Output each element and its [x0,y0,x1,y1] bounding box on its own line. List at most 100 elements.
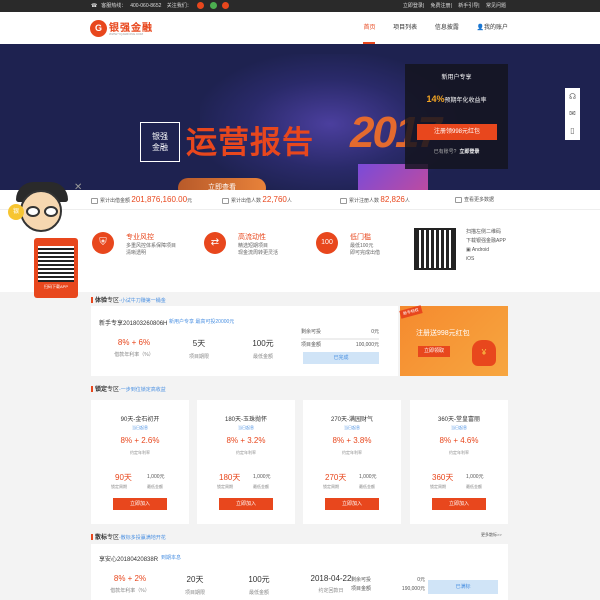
guide-link[interactable]: 新手引导 [458,3,478,9]
stat-label: 累计出借人数 [231,198,262,204]
nav-account-label: 我的账户 [483,25,508,31]
total-label: 项目金额 [351,586,372,592]
promo-rate: 14% [426,94,445,104]
hundred-icon: 100 [316,232,338,254]
banner-brand-line1: 银强 [152,132,168,141]
product-id[interactable]: 享安心20180420838R [99,554,158,563]
app-download-text: 下载银强金融APP [466,238,507,244]
stat-icon [91,197,98,204]
trial-section-title: 体验专区-小试牛刀赚第一桶金 [91,295,166,304]
fixed-product-card[interactable]: 360天-堂皇富丽 当日起息 8% + 4.6% 约定年利率 360天 1,00… [410,400,508,524]
weibo-icon[interactable] [197,2,205,10]
promo-login-link[interactable]: 立即登录 [459,149,479,155]
progress-bar [301,338,379,340]
section-name: 锁定 [95,387,108,393]
join-button[interactable]: 立即加入 [432,498,486,510]
nav-projects[interactable]: 项目列表 [393,12,417,44]
min-label: 最低金额 [252,354,273,360]
chat-icon[interactable]: ✉ [565,105,580,122]
user-icon: 👤 [476,25,484,31]
stat-label: 累计出借金额 [100,198,131,204]
min-value: 100元 [248,575,270,584]
register-link[interactable]: 免费注册 [431,3,451,9]
term-cell: 20天项目期限 [175,574,215,596]
product-title[interactable]: 90天-金石初开 [91,414,189,423]
android-row[interactable]: ▣ Android [466,246,506,255]
fixed-product-card[interactable]: 90天-金石初开 当日起息 8% + 2.6% 约定年利率 90天 1,000元… [91,400,189,524]
join-button[interactable]: 立即加入 [219,498,273,510]
remain-value: 0元 [371,329,379,335]
term-label: 项目期限 [184,590,205,596]
faq-link[interactable]: 常见问题 [486,3,506,9]
min-amount: 1,000元 [147,474,165,480]
lock-days: 90天 [115,473,132,482]
ios-row[interactable]: iOS [466,255,506,264]
rate-value: 8% + 6% [117,338,151,347]
lock-days-label: 锁定周期 [217,484,233,489]
fixed-product-card[interactable]: 180天-玉珠抛怀 当日起息 8% + 3.2% 约定年利率 180天 1,00… [197,400,295,524]
term-label: 项目期限 [188,354,209,360]
sun-badge-icon: 银 [8,204,24,220]
newbie-bonus-card[interactable]: 新手特权 注册送998元红包 立即领取 ¥ [399,305,508,376]
headset-icon[interactable]: ☊ [565,88,580,105]
product-tag: 当日起息 [238,425,254,430]
close-icon[interactable]: ✕ [74,182,82,193]
trial-product-card[interactable]: 新手专享20180326080​6H 新用户专享 最高可投20000元 8% +… [91,306,398,376]
mascot-glasses-right [44,206,58,217]
promo-login-line: 已有账号? 立即登录 [405,148,508,155]
top-bar: ☎ 客服热线： 400-060-8652 关注我们： 立即登录| 免费注册| 新手引… [0,0,600,12]
stats-bar: 累计出借金额 201,876,160.00元 累计出借人数 22,760人 累计… [0,190,600,210]
total-label: 项目金额 [301,342,322,348]
join-button[interactable]: 立即加入 [325,498,379,510]
product-title[interactable]: 360天-堂皇富丽 [410,414,508,423]
mobile-icon[interactable]: ▯ [565,122,580,139]
lock-days-label: 锁定周期 [430,484,446,489]
feature-title: 低门槛 [350,234,371,241]
banner-brand-box: 银强 金融 [140,122,180,162]
fixed-section-title: 锁定专区-一步到位锁定高收益 [91,384,166,393]
min-amount-label: 最低金额 [253,484,269,489]
hero-banner[interactable]: 银强 金融 运营报告 立即查看 2017 [0,44,600,190]
mascot-floating-ad[interactable]: 扫码下载APP [4,180,84,300]
register-bonus-button[interactable]: 注册领998元红包 [417,124,497,140]
full-button[interactable]: 已满标 [428,580,498,594]
lock-days-label: 锁定周期 [111,484,127,489]
bid-product-card[interactable]: 享安心20180420838R 到期本息 8% + 2% 借款年利率（%） 20天… [91,544,508,600]
product-rate: 8% + 3.8% [332,436,372,445]
section-suffix: 专区 [107,535,120,541]
qq-icon[interactable] [221,2,229,10]
feature-desc-line: 清晰透明 [126,250,147,256]
wechat-icon[interactable] [209,2,217,10]
min-amount: 1,000元 [359,474,377,480]
product-id[interactable]: 新手专享20180326080​6H [99,318,167,327]
term-value: 5天 [192,339,206,348]
term-value: 20天 [186,575,204,584]
view-report-button[interactable]: 立即查看 [178,178,266,190]
more-bids-link[interactable]: 更多散标>> [481,532,502,538]
claim-button[interactable]: 立即领取 [418,346,450,357]
fixed-product-card[interactable]: 270天-满园财气 当日起息 8% + 3.8% 约定年利率 270天 1,00… [303,400,401,524]
login-link[interactable]: 立即登录 [403,3,423,9]
nav-disclosure[interactable]: 信息披露 [435,12,459,44]
signup-promo-panel: 新用户专享 14%预期年化收益率 注册领998元红包 已有账号? 立即登录 [405,64,508,169]
product-title[interactable]: 270天-满园财气 [303,414,401,423]
header: G 银强金融 WWW.YQJHRONG.COM 首页 项目列表 信息披露 👤我的… [0,12,600,44]
more-data-link[interactable]: 查看更多数据 [455,190,494,210]
android-label: Android [471,247,490,253]
min-amount: 1,000元 [466,474,484,480]
section-subtitle: -小试牛刀赚第一桶金 [119,298,166,304]
stat-value: 22,760 [262,195,287,204]
nav-home[interactable]: 首页 [363,12,376,44]
product-title[interactable]: 180天-玉珠抛怀 [197,414,295,423]
total-row: 项目金额 100,000元 [301,341,379,350]
promo-rate-text: 预期年化收益率 [444,98,487,104]
logo-icon[interactable]: G [90,20,107,37]
stat-registered: 累计注册人数 82,826人 [340,190,410,211]
promo-rate-line: 14%预期年化收益率 [405,94,508,104]
completed-button[interactable]: 已完成 [303,352,379,364]
banner-title: 运营报告 [186,125,314,160]
feature-desc-line: 多重风控体系保障项目 [126,243,177,249]
nav-account[interactable]: 👤我的账户 [477,12,509,44]
join-button[interactable]: 立即加入 [113,498,167,510]
feature-desc: 精选短期项目 现金流周转更灵活 [238,243,308,257]
